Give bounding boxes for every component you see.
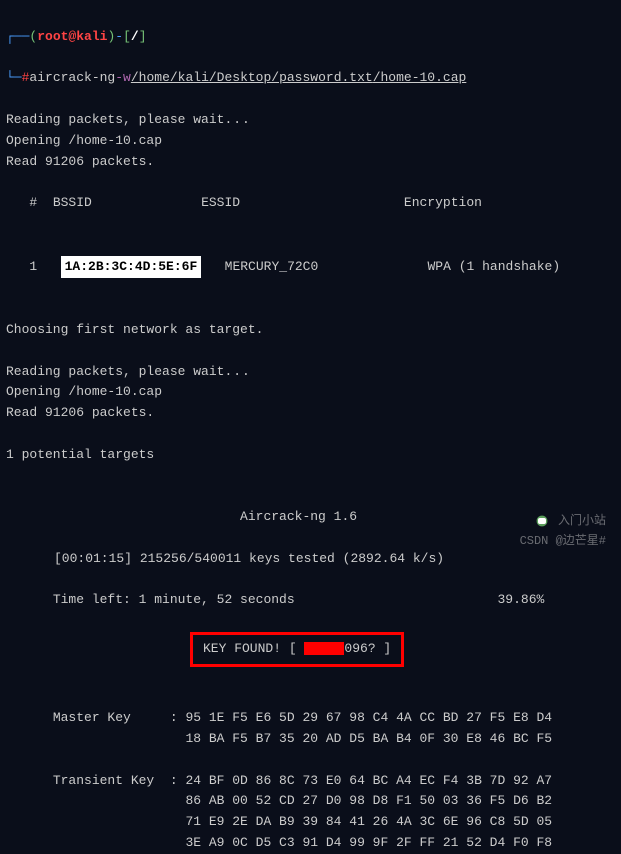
master-key-line2: 18 BA F5 B7 35 20 AD D5 BA B4 0F 30 E8 4… (6, 731, 552, 746)
user-host: root@kali (37, 27, 107, 48)
table-row: 1 1A:2B:3C:4D:5E:6F MERCURY_72C0 WPA (1 … (6, 256, 615, 279)
transient-key-line4: 3E A9 0C D5 C3 91 D4 99 9F 2F FF 21 52 D… (6, 835, 552, 850)
bssid-value: 1A:2B:3C:4D:5E:6F (61, 256, 202, 279)
cwd: / (131, 27, 139, 48)
command-name: aircrack-ng (29, 68, 115, 89)
transient-key-line2: 86 AB 00 52 CD 27 D0 98 D8 F1 50 03 36 F… (6, 793, 552, 808)
choosing-target: Choosing first network as target. (6, 322, 263, 337)
table-header: # BSSID ESSID Encryption (6, 193, 615, 214)
timeleft-line: Time left: 1 minute, 52 seconds 39.86% (6, 592, 544, 607)
opening-line-1: Opening /home-10.cap (6, 133, 162, 148)
potential-targets: 1 potential targets (6, 447, 154, 462)
prompt-line-1: ┌──(root@kali)-[/] (6, 27, 615, 48)
capfile-path: /home-10.cap (373, 68, 467, 89)
version-line: Aircrack-ng 1.6 (6, 509, 357, 524)
transient-key-line3: 71 E9 2E DA B9 39 84 41 26 4A 3C 6E 96 C… (6, 814, 552, 829)
progress-line: [00:01:15] 215256/540011 keys tested (28… (6, 551, 444, 566)
read-packets-2: Read 91206 packets. (6, 405, 154, 420)
watermark-icon (533, 512, 551, 530)
terminal-output-2: Master Key : 95 1E F5 E6 5D 29 67 98 C4 … (6, 667, 615, 854)
master-key-line: Master Key : 95 1E F5 E6 5D 29 67 98 C4 … (6, 710, 552, 725)
reading-line-1: Reading packets, please wait... (6, 112, 251, 127)
read-packets-1: Read 91206 packets. (6, 154, 154, 169)
command-line[interactable]: └─# aircrack-ng -w /home/kali/Desktop/pa… (6, 68, 615, 89)
command-flag: -w (115, 68, 131, 89)
redacted-key (304, 642, 344, 655)
reading-line-2: Reading packets, please wait... (6, 364, 251, 379)
wordlist-path: /home/kali/Desktop/password.txt (131, 68, 373, 89)
prompt-symbol: # (22, 68, 30, 89)
watermark: 入门小站 CSDN @边芒星# (520, 512, 606, 551)
key-found-box: KEY FOUND! [ 096? ] (190, 632, 404, 667)
transient-key-line: Transient Key : 24 BF 0D 86 8C 73 E0 64 … (6, 773, 552, 788)
opening-line-2: Opening /home-10.cap (6, 384, 162, 399)
